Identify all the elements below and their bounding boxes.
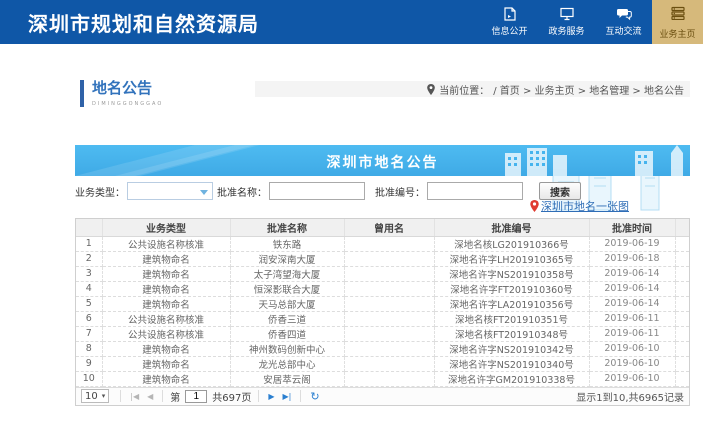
page-title: 地名公告 [92, 80, 163, 97]
breadcrumb: 当前位置： / 首页 > 业务主页 > 地名管理 > 地名公告 [255, 81, 690, 97]
page: 深圳市规划和自然资源局 信息公开 政务服务 互动交流 [0, 0, 703, 430]
location-pin-icon [427, 80, 439, 99]
nav-item-label: 互动交流 [605, 24, 641, 37]
page-size-value: 10 [85, 391, 98, 402]
top-nav: 信息公开 政务服务 互动交流 业务主页 [481, 0, 703, 44]
nav-item-interaction[interactable]: 互动交流 [595, 0, 652, 44]
banner: 深圳市地名公告 [75, 145, 690, 176]
col-approval-number: 批准编号 [434, 219, 589, 236]
col-former-name: 曾用名 [344, 219, 434, 236]
record-summary: 显示1到10,共6965记录 [576, 389, 684, 404]
table-row[interactable]: 1 公共设施名称核准 铁东路 深地名核LG201910366号 2019-06-… [76, 236, 689, 251]
table-row[interactable]: 3 建筑物命名 太子湾望海大厦 深地名许字NS201910358号 2019-0… [76, 266, 689, 281]
last-page-button[interactable]: ▶| [279, 392, 296, 401]
pagination-controls: 10 ▾ |◀ ◀ 第 共697页 ▶ ▶| ↻ [81, 388, 324, 405]
site-title: 深圳市规划和自然资源局 [28, 8, 259, 37]
divider [300, 390, 301, 402]
nav-item-services[interactable]: 政务服务 [538, 0, 595, 44]
refresh-icon[interactable]: ↻ [306, 390, 323, 403]
number-filter-label: 批准编号： [375, 184, 425, 199]
table-header-row: 业务类型 批准名称 曾用名 批准编号 批准时间 [76, 219, 689, 236]
chevron-down-icon [200, 190, 208, 195]
prev-page-button[interactable]: ◀ [143, 392, 157, 401]
table-row[interactable]: 5 建筑物命名 天马总部大厦 深地名许字LA201910356号 2019-06… [76, 296, 689, 311]
first-page-button[interactable]: |◀ [126, 392, 143, 401]
total-pages: 共697页 [212, 389, 251, 404]
nav-item-info[interactable]: 信息公开 [481, 0, 538, 44]
table-row[interactable]: 2 建筑物命名 润安深南大厦 深地名许字LH201910365号 2019-06… [76, 251, 689, 266]
table-body: 1 公共设施名称核准 铁东路 深地名核LG201910366号 2019-06-… [76, 236, 689, 386]
document-icon [502, 7, 518, 21]
page-prefix: 第 [170, 389, 180, 404]
divider [162, 390, 163, 402]
announcement-table: 业务类型 批准名称 曾用名 批准编号 批准时间 1 公共设施名称核准 铁东路 深… [75, 218, 690, 406]
top-header: 深圳市规划和自然资源局 信息公开 政务服务 互动交流 [0, 0, 703, 44]
table-row[interactable]: 9 建筑物命名 龙光总部中心 深地名许字NS201910340号 2019-06… [76, 356, 689, 371]
chat-icon [616, 7, 632, 21]
banner-title: 深圳市地名公告 [75, 152, 690, 172]
table-row[interactable]: 10 建筑物命名 安居萃云阁 深地名许字GM201910338号 2019-06… [76, 371, 689, 386]
page-subtitle: DIMINGGONGGAO [92, 101, 163, 107]
business-type-select[interactable] [127, 182, 213, 200]
section-head: 地名公告 DIMINGGONGGAO [80, 80, 163, 107]
divider [120, 390, 121, 402]
approval-number-input[interactable] [427, 182, 523, 200]
map-link-row: 深圳市地名一张图 [530, 199, 629, 213]
name-filter-label: 批准名称： [217, 184, 267, 199]
col-index [76, 219, 102, 236]
page-size-select[interactable]: 10 ▾ [81, 389, 109, 403]
map-pin-icon [530, 197, 541, 216]
chevron-down-icon: ▾ [102, 392, 106, 400]
page-number-input[interactable] [185, 390, 207, 403]
type-filter-label: 业务类型： [75, 184, 125, 199]
breadcrumb-path[interactable]: / 首页 > 业务主页 > 地名管理 > 地名公告 [493, 82, 684, 97]
table-row[interactable]: 4 建筑物命名 恒深影联合大厦 深地名许字FT201910360号 2019-0… [76, 281, 689, 296]
placename-map-link[interactable]: 深圳市地名一张图 [541, 198, 629, 214]
nav-tab-business-home[interactable]: 业务主页 [652, 0, 703, 44]
col-business-type: 业务类型 [102, 219, 230, 236]
nav-tab-label: 业务主页 [659, 27, 695, 40]
col-approved-name: 批准名称 [230, 219, 344, 236]
pagination-bar: 10 ▾ |◀ ◀ 第 共697页 ▶ ▶| ↻ 显示1到10,共6965记录 [76, 387, 689, 405]
list-icon [670, 5, 686, 24]
col-approval-date: 批准时间 [589, 219, 675, 236]
breadcrumb-label: 当前位置： [439, 82, 489, 97]
table-row[interactable]: 6 公共设施名称核准 侨香三道 深地名核FT201910351号 2019-06… [76, 311, 689, 326]
nav-item-label: 信息公开 [491, 24, 527, 37]
nav-item-label: 政务服务 [548, 24, 584, 37]
divider [258, 390, 259, 402]
next-page-button[interactable]: ▶ [264, 392, 278, 401]
approved-name-input[interactable] [269, 182, 365, 200]
table-row[interactable]: 8 建筑物命名 神州数码创新中心 深地名许字NS201910342号 2019-… [76, 341, 689, 356]
monitor-icon [559, 7, 575, 21]
col-filler [675, 219, 689, 236]
table-row[interactable]: 7 公共设施名称核准 侨香四道 深地名核FT201910348号 2019-06… [76, 326, 689, 341]
